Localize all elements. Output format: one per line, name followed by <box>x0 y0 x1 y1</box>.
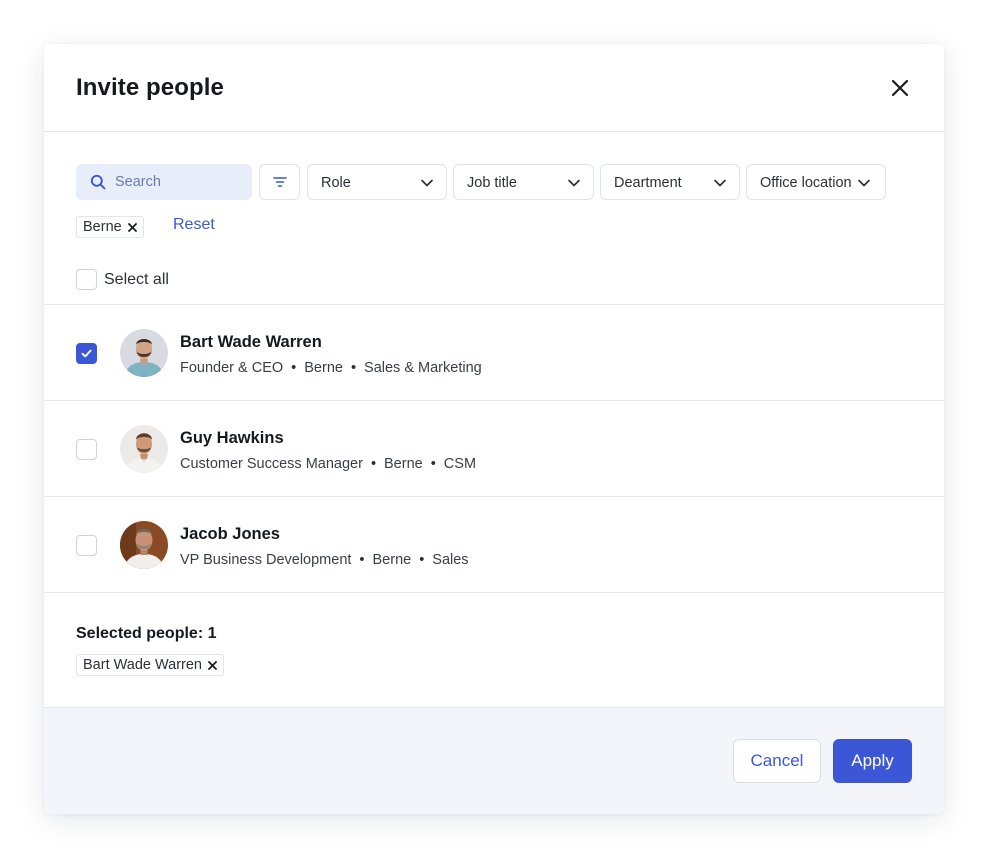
chevron-down-icon <box>568 179 580 187</box>
filter-chip-berne: Berne <box>76 216 144 238</box>
row-checkbox[interactable] <box>76 343 97 364</box>
cancel-button[interactable]: Cancel <box>733 739 821 783</box>
person-location: Berne <box>304 360 343 376</box>
person-department: CSM <box>443 456 477 472</box>
person-name: Jacob Jones <box>180 525 280 543</box>
modal-title: Invite people <box>76 74 224 101</box>
selected-people-section: Selected people: 1 Bart Wade Warren <box>44 592 944 707</box>
checkmark-icon <box>81 349 92 358</box>
search-icon <box>90 174 106 190</box>
avatar <box>120 521 168 569</box>
active-filter-chips: Berne Reset <box>76 216 476 238</box>
list-item[interactable]: Jacob Jones VP Business Development • Bern… <box>44 496 944 592</box>
modal-header: Invite people <box>44 44 944 132</box>
job-title-dropdown[interactable]: Job title <box>453 164 594 200</box>
person-meta: VP Business Development • Berne • Sales <box>180 552 469 568</box>
row-checkbox[interactable] <box>76 439 97 460</box>
list-item[interactable]: Bart Wade Warren Founder & CEO • Berne • Sal… <box>44 304 944 400</box>
avatar <box>120 425 168 473</box>
invite-people-modal: Invite people Role Job ti <box>44 44 944 814</box>
filter-button[interactable] <box>259 164 300 200</box>
select-all-row[interactable]: Select all <box>76 269 276 291</box>
person-location: Berne <box>372 552 412 568</box>
role-dropdown-label: Role <box>321 175 351 191</box>
avatar <box>120 329 168 377</box>
chevron-down-icon <box>858 179 870 187</box>
job-title-dropdown-label: Job title <box>467 175 517 191</box>
x-icon[interactable] <box>208 660 217 670</box>
person-job-title: Customer Success Manager <box>180 456 363 472</box>
office-location-dropdown[interactable]: Office location <box>746 164 886 200</box>
person-name: Guy Hawkins <box>180 429 284 447</box>
person-job-title: Founder & CEO <box>180 360 284 376</box>
person-name: Bart Wade Warren <box>180 333 322 351</box>
modal-footer: Cancel Apply <box>44 707 944 814</box>
selected-people-heading: Selected people: 1 <box>76 625 217 642</box>
selected-person-chip-label: Bart Wade Warren <box>83 657 202 673</box>
reset-filters-link[interactable]: Reset <box>173 216 215 234</box>
apply-button[interactable]: Apply <box>833 739 912 783</box>
list-item[interactable]: Guy Hawkins Customer Success Manager • Ber… <box>44 400 944 496</box>
filter-lines-icon <box>272 177 287 187</box>
search-box[interactable] <box>76 164 252 200</box>
person-meta: Founder & CEO • Berne • Sales & Marketing <box>180 360 482 376</box>
close-button[interactable] <box>886 74 914 102</box>
role-dropdown[interactable]: Role <box>307 164 447 200</box>
person-job-title: VP Business Development <box>180 552 352 568</box>
chevron-down-icon <box>714 179 726 187</box>
person-meta: Customer Success Manager • Berne • CSM <box>180 456 477 472</box>
select-all-checkbox[interactable] <box>76 269 97 290</box>
x-icon[interactable] <box>127 222 137 232</box>
filter-bar: Role Job title Deartment Office location <box>76 164 916 200</box>
person-department: Sales & Marketing <box>364 360 482 376</box>
department-dropdown-label: Deartment <box>614 175 682 191</box>
department-dropdown[interactable]: Deartment <box>600 164 740 200</box>
select-all-label: Select all <box>104 271 169 288</box>
filter-chip-label: Berne <box>83 219 122 235</box>
person-department: Sales <box>432 552 469 568</box>
close-icon <box>891 79 909 97</box>
chevron-down-icon <box>421 179 433 187</box>
selected-person-chip: Bart Wade Warren <box>76 654 224 676</box>
search-input[interactable] <box>115 164 245 200</box>
row-checkbox[interactable] <box>76 535 97 556</box>
office-location-dropdown-label: Office location <box>760 175 852 191</box>
person-location: Berne <box>384 456 423 472</box>
